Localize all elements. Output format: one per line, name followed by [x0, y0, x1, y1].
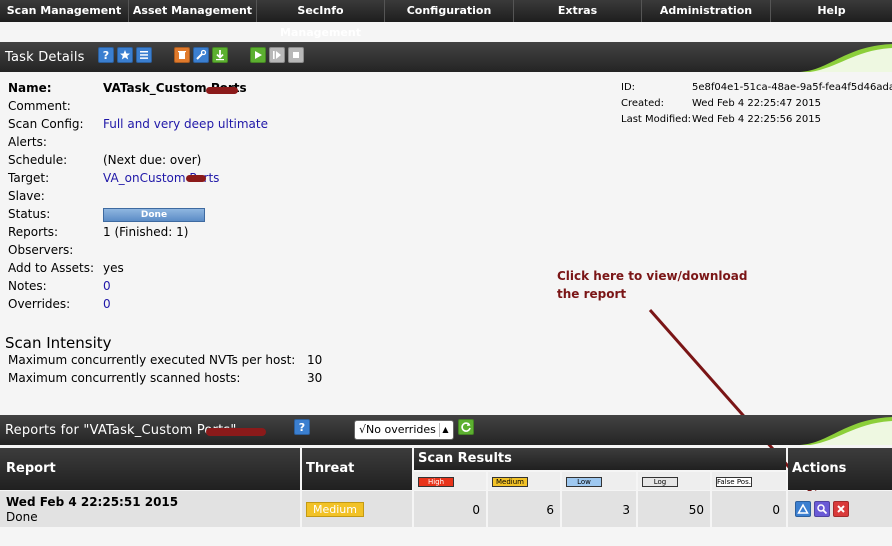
last-modified-value: Wed Feb 4 22:25:56 2015 [692, 114, 821, 125]
redaction-mark [206, 428, 266, 436]
edit-wrench-icon[interactable] [193, 47, 209, 63]
reports-help-icon[interactable]: ? [294, 419, 310, 435]
task-details-title: Task Details [5, 50, 85, 65]
resume-icon[interactable] [269, 47, 285, 63]
severity-header-false-pos[interactable]: False Pos. [712, 472, 786, 490]
count-low: 3 [562, 491, 636, 527]
threat-badge: Medium [306, 502, 364, 517]
created-value: Wed Feb 4 22:25:47 2015 [692, 98, 821, 109]
menu-scan-management[interactable]: Scan Management [0, 0, 129, 22]
actions-cell [788, 491, 892, 527]
report-date-cell[interactable]: Wed Feb 4 22:25:51 2015 Done [0, 491, 300, 527]
col-header-scan-results: Scan Results [414, 448, 786, 470]
menu-secinfo-management[interactable]: SecInfo Management [257, 0, 385, 39]
stop-icon[interactable] [288, 47, 304, 63]
reports-title: Reports for "VATask_Custom Ports" [5, 423, 237, 438]
id-value: 5e8f04e1-51ca-48ae-9a5f-fea4f5d46ada [692, 82, 892, 93]
help-icon[interactable]: ? [98, 47, 114, 63]
created-label: Created: [621, 98, 664, 109]
task-details-header: Task Details [0, 42, 892, 72]
scan-intensity-heading: Scan Intensity [5, 334, 112, 352]
redaction-mark [186, 175, 206, 182]
refresh-icon[interactable] [458, 419, 474, 435]
menu-asset-management[interactable]: Asset Management [129, 0, 257, 22]
delta-report-icon[interactable] [795, 501, 811, 517]
severity-header-high[interactable]: High [414, 472, 486, 490]
col-header-threat: Threat [302, 448, 412, 490]
count-log: 50 [638, 491, 710, 527]
max-nvts-label: Maximum concurrently executed NVTs per h… [8, 353, 296, 367]
report-date-link[interactable]: Wed Feb 4 22:25:51 2015 [6, 495, 178, 509]
severity-header-low[interactable]: Low [562, 472, 636, 490]
last-modified-label: Last Modified: [621, 114, 692, 125]
download-icon[interactable] [212, 47, 228, 63]
start-play-icon[interactable] [250, 47, 266, 63]
header-swoosh-decoration [800, 417, 892, 445]
max-hosts-value: 30 [307, 371, 323, 385]
task-list-icon[interactable] [136, 47, 152, 63]
overrides-select[interactable]: √No overrides ▲ [354, 420, 454, 440]
threat-cell: Medium [302, 491, 412, 527]
view-report-magnifier-icon[interactable] [814, 501, 830, 517]
report-status: Done [6, 510, 38, 524]
new-task-star-icon[interactable] [117, 47, 133, 63]
count-false-pos: 0 [712, 491, 786, 527]
max-hosts-label: Maximum concurrently scanned hosts: [8, 371, 241, 385]
header-swoosh-decoration [800, 44, 892, 72]
status-progress-bar: Done [103, 208, 205, 222]
annotation-text: Click here to view/download the report [557, 269, 748, 301]
severity-header-medium[interactable]: Medium [488, 472, 560, 490]
col-header-report: Report [0, 448, 300, 490]
scan-config-link[interactable]: Full and very deep ultimate [103, 117, 268, 131]
delete-report-icon[interactable] [833, 501, 849, 517]
notes-link[interactable]: 0 [103, 279, 111, 293]
id-label: ID: [621, 82, 636, 93]
menu-administration[interactable]: Administration [642, 0, 771, 22]
col-header-actions: Actions [788, 448, 892, 490]
main-menu: Scan Management Asset Management SecInfo… [0, 0, 892, 39]
count-medium: 6 [488, 491, 560, 527]
chevron-down-icon: ▲ [439, 423, 451, 437]
menu-help[interactable]: Help [771, 0, 892, 22]
overrides-link[interactable]: 0 [103, 297, 111, 311]
redaction-mark [206, 87, 238, 94]
max-nvts-value: 10 [307, 353, 323, 367]
menu-extras[interactable]: Extras [514, 0, 642, 22]
severity-header-log[interactable]: Log [638, 472, 710, 490]
count-high: 0 [414, 491, 486, 527]
menu-configuration[interactable]: Configuration [385, 0, 514, 22]
trashcan-icon[interactable] [174, 47, 190, 63]
